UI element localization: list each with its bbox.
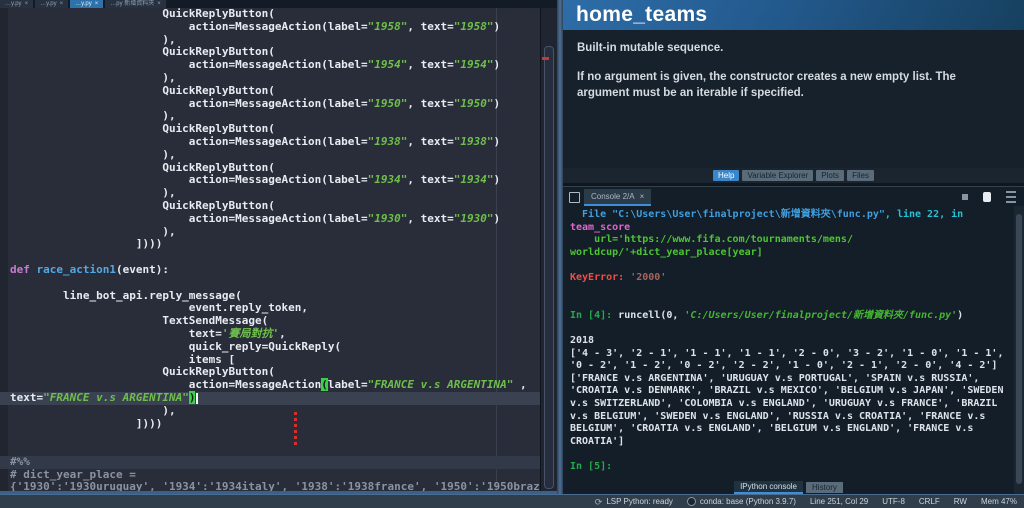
console-line: In [4]: runcell(0, 'C:/Users/User/finalp… <box>570 309 964 321</box>
code-line: def race_action1(event): <box>10 262 169 276</box>
editor-tab-label: …y.py <box>5 1 22 7</box>
console-line: BELGIUM', 'CROATIA v.s ENGLAND', 'BELGIU… <box>570 423 974 435</box>
console-tab-close-icon[interactable]: × <box>640 192 645 201</box>
console-line: v.s BELGIUM', 'SWEDEN v.s ENGLAND', 'RUS… <box>570 410 986 422</box>
status-item-0: ⟳ LSP Python: ready <box>595 497 673 506</box>
status-item-label: CRLF <box>918 497 940 506</box>
bottom-tab-ipython-console[interactable]: IPython console <box>734 481 804 494</box>
console-tab-label: Console 2/A <box>591 192 635 201</box>
help-object-title: home_teams <box>576 3 708 26</box>
console-pane-icon[interactable] <box>569 192 580 203</box>
conda-env-icon <box>686 497 696 506</box>
console-line: CROATIA'] <box>570 435 625 447</box>
console-line: In [5]: <box>570 460 613 472</box>
code-editor[interactable]: QuickReplyButton( action=MessageAction(l… <box>0 8 541 491</box>
editor-tab-label: …y.py <box>40 1 57 7</box>
console-line: url='https://www.fifa.com/tournaments/me… <box>570 234 853 246</box>
status-item-label: LSP Python: ready <box>606 497 673 506</box>
console-line: v.s SWITZERLAND', 'COLOMBIA v.s ENGLAND'… <box>570 397 998 409</box>
notebook-icon[interactable] <box>983 192 991 202</box>
status-bar: ⟳ LSP Python: ready conda: base (Python 3.… <box>0 494 1024 508</box>
code-area[interactable]: QuickReplyButton( action=MessageAction(l… <box>0 8 541 491</box>
tab-close-icon[interactable]: × <box>157 0 161 8</box>
text-cursor <box>196 392 199 404</box>
tab-close-icon[interactable]: × <box>95 0 99 8</box>
console-line: ['4 - 3', '2 - 1', '1 - 1', '1 - 1', '2 … <box>570 347 1004 359</box>
help-tab-variable-explorer[interactable]: Variable Explorer <box>742 170 814 181</box>
console-bottom-tabbar: IPython console History <box>563 481 1014 494</box>
help-body: Built-in mutable sequence. If no argumen… <box>563 30 1024 168</box>
code-line: ]))) <box>10 237 163 251</box>
status-item-label: Line 251, Col 29 <box>809 497 869 506</box>
console-line: worldcup/'+dict_year_place[year] <box>570 246 763 258</box>
console-output[interactable]: File "C:\Users\User\finalproject\新增資料夾\f… <box>563 206 1014 481</box>
editor-scrollbar-thumb[interactable] <box>544 46 554 489</box>
console-header: Console 2/A × <box>563 187 1024 206</box>
status-item-3: UTF-8 <box>882 497 905 506</box>
editor-scrollbar[interactable] <box>540 8 557 491</box>
editor-tab-0[interactable]: …y.py × <box>0 0 34 8</box>
console-line: 'CROATIA v.s DENMARK', 'BRAZIL v.s MEXIC… <box>570 385 1004 397</box>
status-item-2: Line 251, Col 29 <box>810 497 868 506</box>
right-column: home_teams Built-in mutable sequence. If… <box>563 0 1024 494</box>
console-line: File "C:\Users\User\finalproject\新增資料夾\f… <box>570 209 964 220</box>
console-line: ['FRANCE v.s ARGENTINA', 'URUGUAY v.s PO… <box>570 372 980 384</box>
hamburger-menu-icon[interactable] <box>1006 191 1016 203</box>
editor-tab-3[interactable]: …py 新增資料夾 × <box>105 0 166 8</box>
editor-pane: …y.py × …y.py × …y.py × …py 新增資料夾 × QuickReplyB… <box>0 0 557 494</box>
status-item-5: RW <box>954 497 967 506</box>
bottom-tab-history[interactable]: History <box>806 482 843 493</box>
options-square-icon[interactable] <box>962 194 968 200</box>
status-item-6: Mem 47% <box>981 497 1017 506</box>
status-item-4: CRLF <box>919 497 940 506</box>
console-line: 2018 <box>570 334 595 346</box>
help-header: home_teams <box>563 0 1024 30</box>
console-line: team_score <box>570 221 631 233</box>
editor-tabbar: …y.py × …y.py × …y.py × …py 新增資料夾 × <box>0 0 557 8</box>
help-tab-plots[interactable]: Plots <box>816 170 845 181</box>
help-tab-help[interactable]: Help <box>713 170 740 181</box>
editor-tab-label: …py 新增資料夾 <box>110 1 155 7</box>
tab-close-icon[interactable]: × <box>25 0 29 8</box>
error-dots-marker <box>294 412 297 445</box>
editor-tab-2[interactable]: …y.py × <box>70 0 104 8</box>
status-item-label: RW <box>953 497 967 506</box>
status-item-1: conda: base (Python 3.9.7) <box>686 497 796 506</box>
scrollflag-error-marker <box>542 57 549 60</box>
help-paragraph-1: Built-in mutable sequence. <box>577 42 724 54</box>
console-scrollbar[interactable] <box>1014 206 1024 494</box>
tab-close-icon[interactable]: × <box>60 0 64 8</box>
console-pane: Console 2/A × File "C:\Users\User\finalp… <box>563 186 1024 494</box>
help-pane-tabbar: Help Variable Explorer Plots Files <box>563 168 1024 183</box>
code-line: {'1930':'1930uruguay', '1934':'1934italy… <box>10 480 541 491</box>
help-tab-files[interactable]: Files <box>847 170 874 181</box>
editor-tab-1[interactable]: …y.py × <box>35 0 69 8</box>
code-line: ]))) <box>10 416 163 430</box>
help-paragraph-2: If no argument is given, the constructor… <box>577 70 956 100</box>
console-scrollbar-thumb[interactable] <box>1016 214 1022 484</box>
console-line: '0 - 2', '1 - 2', '0 - 2', '2 - 2', '1 -… <box>570 360 998 372</box>
status-item-label: UTF-8 <box>882 497 905 506</box>
status-item-label: Mem 47% <box>980 497 1017 506</box>
sync-spinner-icon: ⟳ <box>594 496 603 507</box>
status-item-label: conda: base (Python 3.9.7) <box>699 497 796 506</box>
help-pane: home_teams Built-in mutable sequence. If… <box>563 0 1024 183</box>
editor-tab-label: …y.py <box>75 1 92 7</box>
console-tab[interactable]: Console 2/A × <box>584 189 652 206</box>
console-line: KeyError: '2000' <box>570 271 667 283</box>
console-header-icons <box>962 191 1016 203</box>
